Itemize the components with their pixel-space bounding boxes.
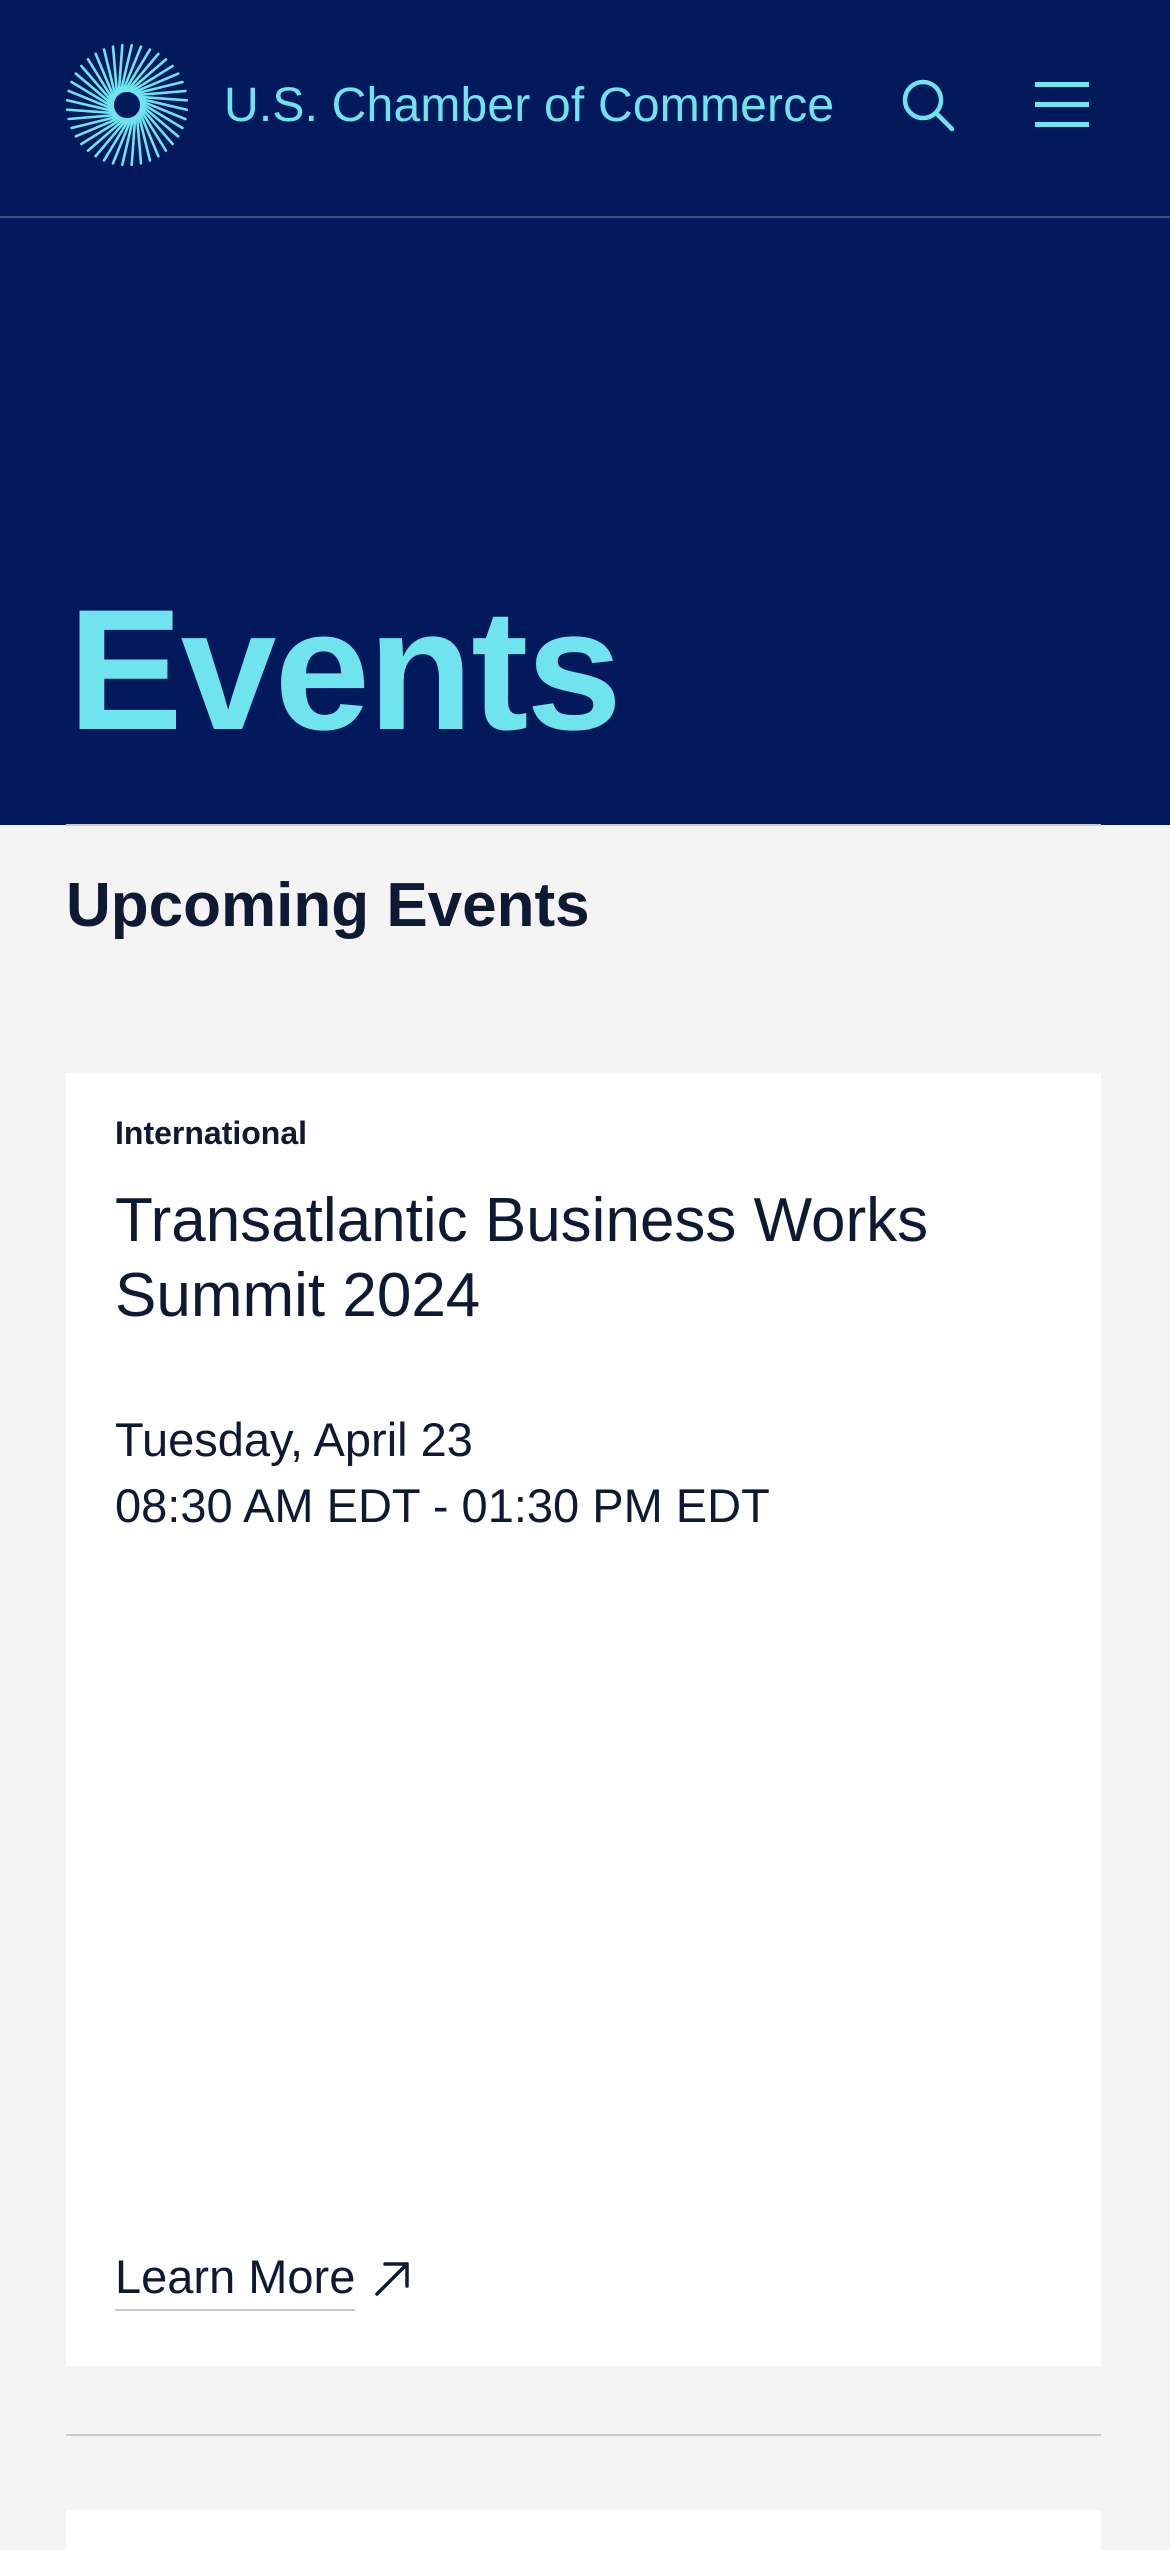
brand-name-link[interactable]: U.S. Chamber of Commerce [224,76,834,136]
learn-more-label: Learn More [115,2247,356,2311]
page-title: Events [68,574,622,766]
arrow-up-right-icon [375,2262,410,2296]
section-divider [66,824,1101,826]
event-title[interactable]: Transatlantic Business Works Summit 2024 [115,1183,1015,1333]
event-card: International Transatlantic Business Wor… [66,1073,1101,2366]
bottom-divider [66,2434,1101,2436]
site-header: U.S. Chamber of Commerce [0,0,1170,218]
search-icon[interactable] [898,75,958,135]
event-date: Tuesday, April 23 [115,1413,473,1466]
event-time: 08:30 AM EDT - 01:30 PM EDT [115,1479,770,1532]
next-event-card [66,2510,1101,2550]
event-category: International [115,1115,308,1151]
learn-more-link[interactable]: Learn More [115,2244,413,2314]
hamburger-menu-icon[interactable] [1032,78,1094,132]
sunburst-logo-icon[interactable] [65,43,189,167]
hero-banner: Events [0,218,1170,825]
section-heading: Upcoming Events [66,871,590,940]
